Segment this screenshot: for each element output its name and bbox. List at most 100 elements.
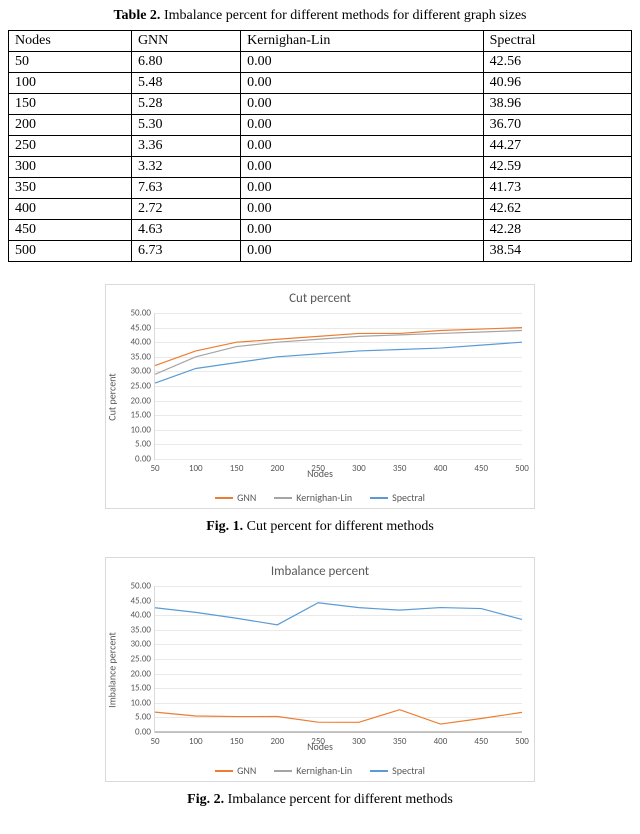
col-spectral: Spectral <box>483 31 631 52</box>
legend-label: GNN <box>237 491 256 504</box>
table-cell: 3.32 <box>131 157 240 178</box>
y-tick-label: 30.00 <box>130 639 155 650</box>
legend-label: Spectral <box>392 764 425 777</box>
gridline <box>155 459 522 460</box>
fig2-caption-text: Imbalance percent for different methods <box>224 792 453 807</box>
y-tick-label: 45.00 <box>130 322 155 333</box>
table-row: 4504.630.0042.28 <box>9 220 632 241</box>
x-tick-label: 350 <box>393 459 407 474</box>
x-tick-label: 500 <box>515 732 529 747</box>
table-row: 5006.730.0038.54 <box>9 241 632 262</box>
table-cell: 0.00 <box>241 52 483 73</box>
series-line <box>155 710 522 724</box>
legend-item-kl: Kernighan-Lin <box>274 764 352 777</box>
table-caption-label: Table 2. <box>113 8 160 23</box>
table-cell: 44.27 <box>483 136 631 157</box>
col-nodes: Nodes <box>9 31 132 52</box>
table-header-row: Nodes GNN Kernighan-Lin Spectral <box>9 31 632 52</box>
table-row: 506.800.0042.56 <box>9 52 632 73</box>
table-cell: 38.96 <box>483 94 631 115</box>
chart-title: Cut percent <box>106 285 534 306</box>
table-row: 3003.320.0042.59 <box>9 157 632 178</box>
y-tick-label: 45.00 <box>130 595 155 606</box>
table-cell: 5.30 <box>131 115 240 136</box>
table-cell: 0.00 <box>241 115 483 136</box>
col-kl: Kernighan-Lin <box>241 31 483 52</box>
x-tick-label: 50 <box>150 732 159 747</box>
table-cell: 41.73 <box>483 178 631 199</box>
y-tick-label: 35.00 <box>130 351 155 362</box>
table-cell: 0.00 <box>241 178 483 199</box>
x-tick-label: 400 <box>434 459 448 474</box>
table-cell: 2.72 <box>131 199 240 220</box>
table-cell: 200 <box>9 115 132 136</box>
x-tick-label: 300 <box>352 459 366 474</box>
table-caption-text: Imbalance percent for different methods … <box>160 8 526 23</box>
y-tick-label: 15.00 <box>130 410 155 421</box>
fig1-caption-text: Cut percent for different methods <box>243 519 434 534</box>
table-row: 4002.720.0042.62 <box>9 199 632 220</box>
x-tick-label: 450 <box>474 459 488 474</box>
legend-item-spectral: Spectral <box>370 764 425 777</box>
table-row: 1505.280.0038.96 <box>9 94 632 115</box>
x-axis-label: Nodes <box>307 740 333 753</box>
legend-label: Kernighan-Lin <box>296 491 352 504</box>
x-tick-label: 500 <box>515 459 529 474</box>
legend-label: Kernighan-Lin <box>296 764 352 777</box>
y-tick-label: 40.00 <box>130 337 155 348</box>
y-tick-label: 10.00 <box>130 424 155 435</box>
legend-label: Spectral <box>392 491 425 504</box>
legend-item-gnn: GNN <box>215 491 256 504</box>
table-cell: 0.00 <box>241 73 483 94</box>
y-tick-label: 30.00 <box>130 366 155 377</box>
y-tick-label: 10.00 <box>130 697 155 708</box>
x-tick-label: 200 <box>270 459 284 474</box>
table-cell: 42.62 <box>483 199 631 220</box>
table-cell: 38.54 <box>483 241 631 262</box>
y-tick-label: 15.00 <box>130 683 155 694</box>
legend-label: GNN <box>237 764 256 777</box>
y-tick-label: 50.00 <box>130 308 155 319</box>
fig1-caption: Fig. 1. Cut percent for different method… <box>8 519 632 535</box>
x-tick-label: 50 <box>150 459 159 474</box>
table-cell: 300 <box>9 157 132 178</box>
x-tick-label: 150 <box>230 459 244 474</box>
table-cell: 0.00 <box>241 136 483 157</box>
series-layer <box>155 313 522 459</box>
table-cell: 450 <box>9 220 132 241</box>
table-cell: 250 <box>9 136 132 157</box>
table-cell: 0.00 <box>241 157 483 178</box>
table-cell: 42.28 <box>483 220 631 241</box>
series-layer <box>155 586 522 732</box>
table-cell: 0.00 <box>241 94 483 115</box>
table-cell: 36.70 <box>483 115 631 136</box>
table-row: 1005.480.0040.96 <box>9 73 632 94</box>
x-tick-label: 450 <box>474 732 488 747</box>
table-row: 2503.360.0044.27 <box>9 136 632 157</box>
fig2-caption: Fig. 2. Imbalance percent for different … <box>8 792 632 808</box>
x-tick-label: 150 <box>230 732 244 747</box>
legend-swatch <box>215 770 233 772</box>
table-cell: 3.36 <box>131 136 240 157</box>
legend-item-kl: Kernighan-Lin <box>274 491 352 504</box>
series-line <box>155 603 522 625</box>
x-tick-label: 300 <box>352 732 366 747</box>
y-tick-label: 40.00 <box>130 610 155 621</box>
table-cell: 150 <box>9 94 132 115</box>
table-cell: 0.00 <box>241 220 483 241</box>
table-cell: 42.56 <box>483 52 631 73</box>
table-cell: 100 <box>9 73 132 94</box>
col-gnn: GNN <box>131 31 240 52</box>
x-tick-label: 100 <box>189 459 203 474</box>
legend-item-gnn: GNN <box>215 764 256 777</box>
table-cell: 400 <box>9 199 132 220</box>
table-cell: 6.73 <box>131 241 240 262</box>
table-row: 3507.630.0041.73 <box>9 178 632 199</box>
table-cell: 4.63 <box>131 220 240 241</box>
table-cell: 350 <box>9 178 132 199</box>
y-tick-label: 5.00 <box>135 439 155 450</box>
table-cell: 5.48 <box>131 73 240 94</box>
x-tick-label: 100 <box>189 732 203 747</box>
legend: GNN Kernighan-Lin Spectral <box>106 764 534 777</box>
legend-swatch <box>274 497 292 499</box>
